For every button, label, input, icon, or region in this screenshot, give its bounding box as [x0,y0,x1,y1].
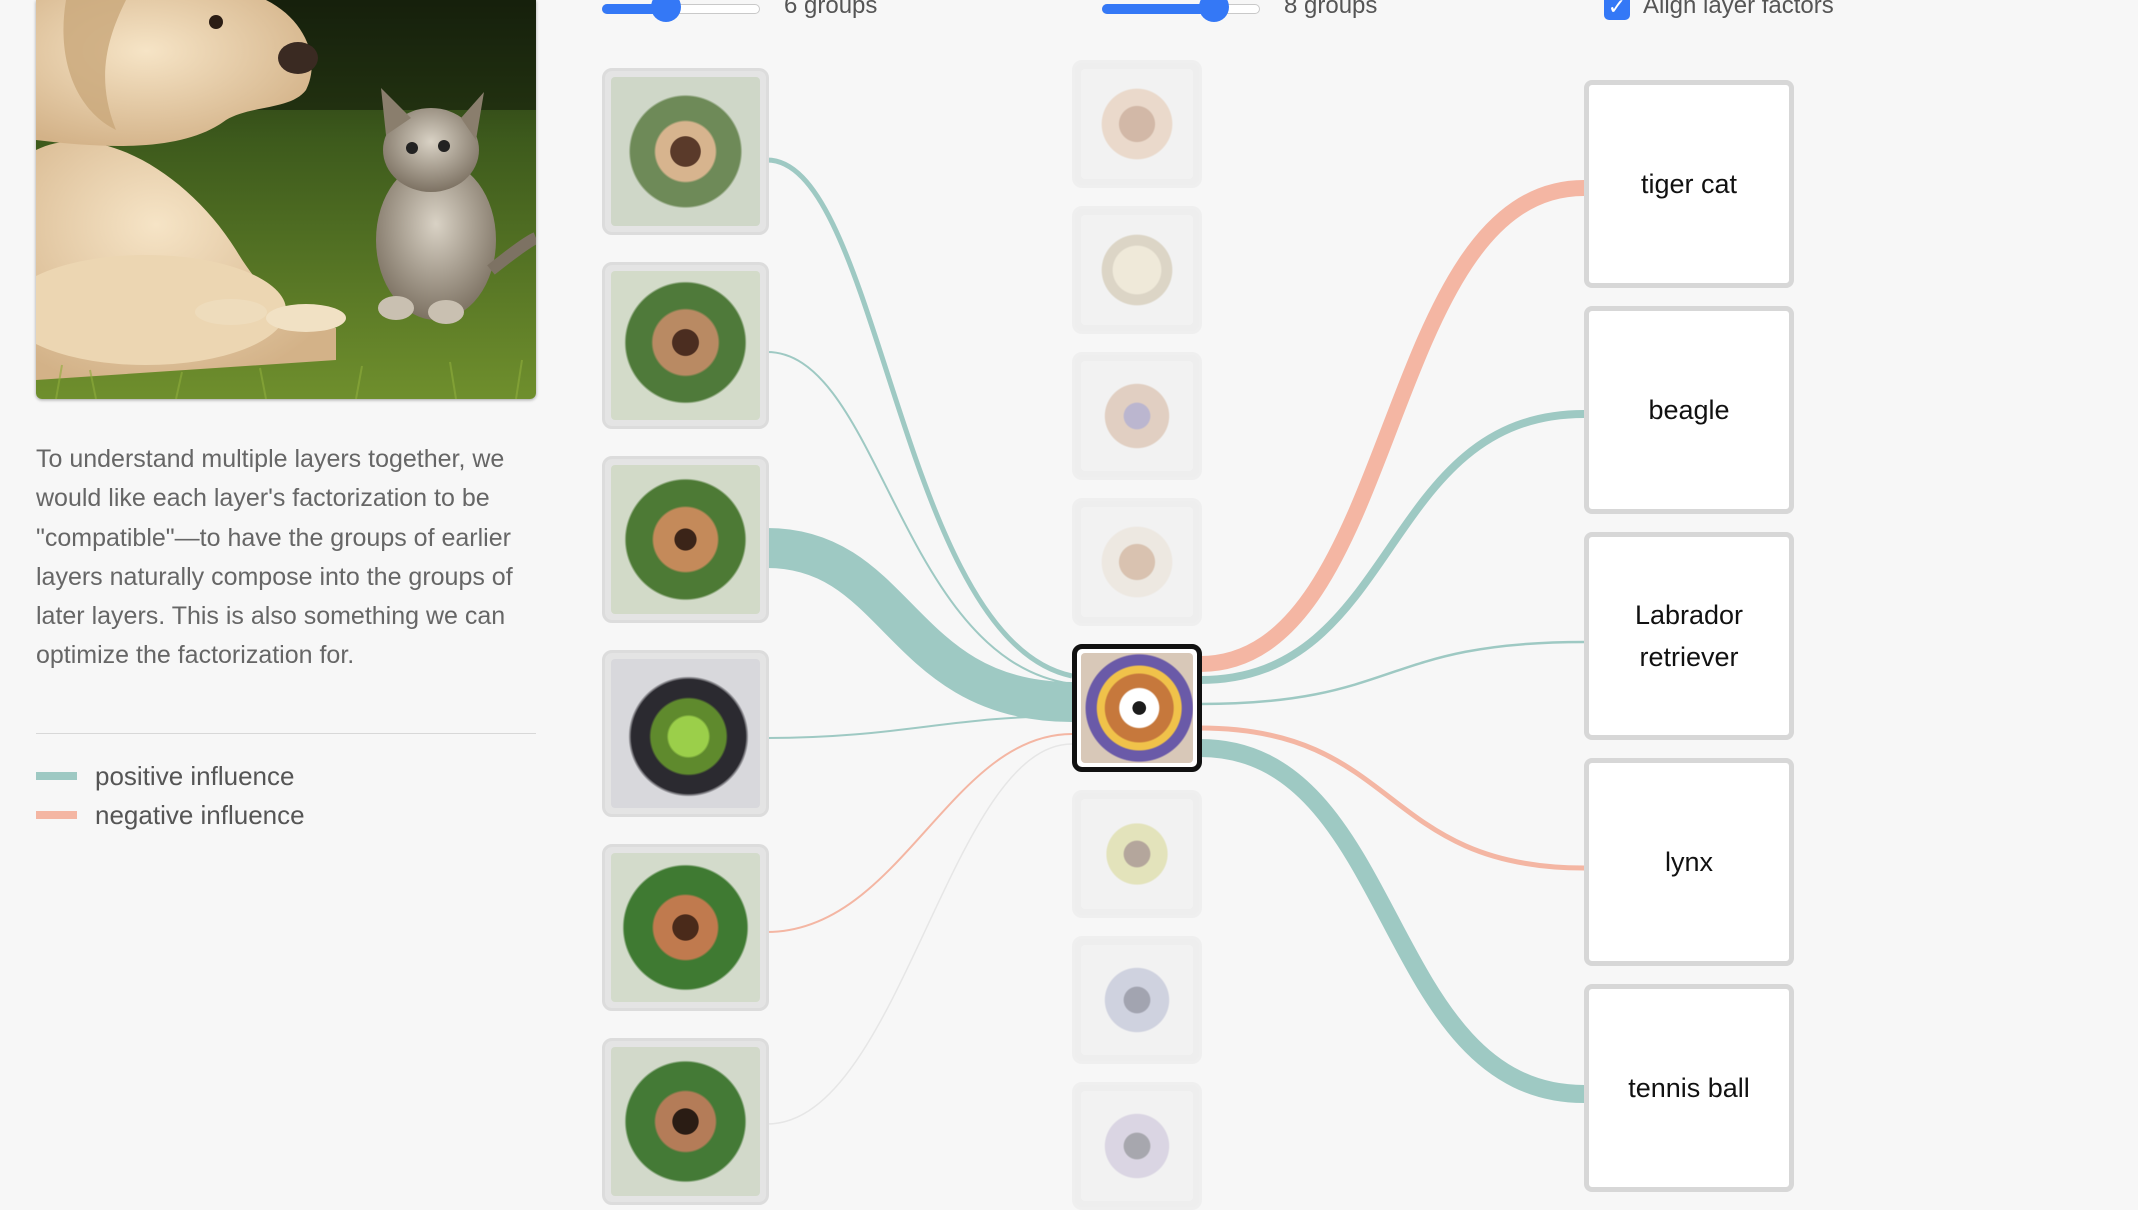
layer2-group-8[interactable] [1072,1082,1202,1210]
layer1-group-2[interactable] [602,262,769,429]
group-visualization [611,465,760,614]
group-visualization [611,271,760,420]
group-visualization [1081,69,1193,179]
group-visualization [1081,653,1193,763]
group-visualization [1081,507,1193,617]
group-visualization [611,77,760,226]
layer2-group-1[interactable] [1072,60,1202,188]
influence-flows [766,157,1585,1125]
class-lynx[interactable]: lynx [1584,758,1794,966]
group-visualization [611,853,760,1002]
group-visualization [1081,945,1193,1055]
layer2-group-2[interactable] [1072,206,1202,334]
layer1-group-4[interactable] [602,650,769,817]
flow-lynx [1199,725,1585,871]
group-visualization [611,659,760,808]
layer1-group-1[interactable] [602,68,769,235]
layer2-group-3[interactable] [1072,352,1202,480]
flow-group4 [766,715,1073,739]
flow-group1 [766,157,1073,679]
class-tiger-cat[interactable]: tiger cat [1584,80,1794,288]
group-visualization [1081,361,1193,471]
flow-group6 [766,743,1073,1125]
group-visualization [1081,799,1193,909]
layer1-group-5[interactable] [602,844,769,1011]
flow-group3 [766,528,1073,722]
group-visualization [1081,215,1193,325]
layer2-group-5-selected[interactable] [1072,644,1202,772]
layer2-group-7[interactable] [1072,936,1202,1064]
layer1-group-3[interactable] [602,456,769,623]
class-tennis-ball[interactable]: tennis ball [1584,984,1794,1192]
layer2-group-4[interactable] [1072,498,1202,626]
class-labrador-retriever[interactable]: Labrador retriever [1584,532,1794,740]
group-visualization [1081,1091,1193,1201]
class-beagle[interactable]: beagle [1584,306,1794,514]
layer1-group-6[interactable] [602,1038,769,1205]
group-visualization [611,1047,760,1196]
layer2-group-6[interactable] [1072,790,1202,918]
